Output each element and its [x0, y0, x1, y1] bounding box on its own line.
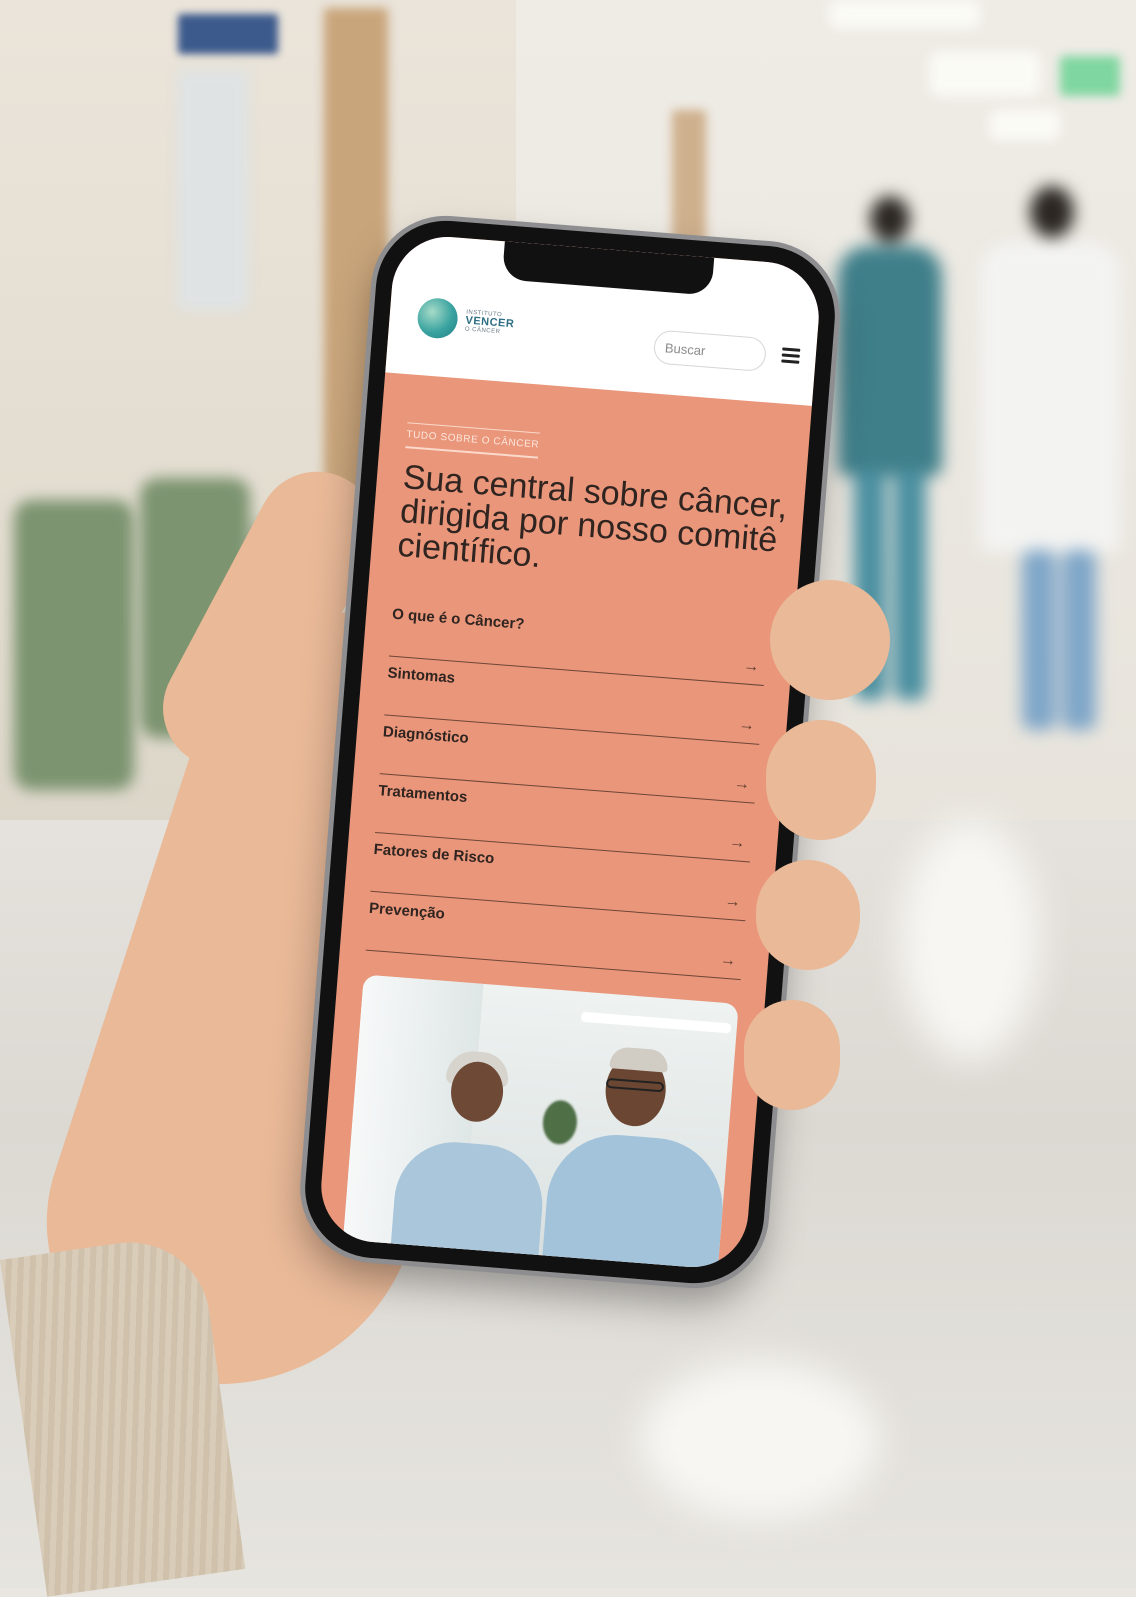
logo-globe-icon [416, 296, 460, 340]
ceiling-light [990, 110, 1060, 140]
nav-item-label: O que é o Câncer? [391, 605, 526, 634]
nav-item-label: Fatores de Risco [373, 840, 495, 868]
section-eyebrow: TUDO SOBRE O CÂNCER [405, 422, 541, 459]
arrow-right-icon: → [719, 951, 737, 970]
logo-wordmark: INSTITUTO VENCER O CÂNCER [465, 309, 515, 336]
hand-finger [744, 1000, 840, 1110]
photo-plant [541, 1099, 579, 1146]
patients-photo [338, 974, 739, 1272]
photo-ceiling-light [580, 1011, 732, 1034]
arrow-right-icon: → [733, 774, 751, 794]
wall-sign [178, 14, 278, 54]
hand-finger [766, 720, 876, 840]
floor-reflection [900, 820, 1040, 1060]
hand-finger [756, 860, 860, 970]
site-logo[interactable]: INSTITUTO VENCER O CÂNCER [416, 296, 516, 344]
arrow-right-icon: → [728, 833, 747, 853]
page-headline: Sua central sobre câncer, dirigida por n… [396, 458, 789, 576]
nav-item-label: Diagnóstico [382, 723, 470, 747]
search-input[interactable] [652, 329, 768, 373]
ceiling-light [830, 0, 980, 28]
ceiling-light [930, 52, 1040, 96]
arrow-right-icon: → [724, 892, 742, 911]
photo-man-hair [609, 1046, 669, 1073]
smartphone: INSTITUTO VENCER O CÂNCER TUDO SOBRE O C… [299, 215, 841, 1289]
arrow-right-icon: → [742, 657, 760, 676]
phone-screen: INSTITUTO VENCER O CÂNCER TUDO SOBRE O C… [317, 232, 823, 1272]
main-content: TUDO SOBRE O CÂNCER Sua central sobre câ… [317, 372, 812, 1272]
blurred-doctor [960, 180, 1130, 740]
hand-finger [770, 580, 890, 700]
nav-item-label: Prevenção [368, 899, 446, 923]
topic-nav-list: O que é o Câncer? → Sintomas → Diagnósti… [365, 597, 769, 981]
nav-item-label: Tratamentos [377, 782, 468, 807]
wall-poster [178, 70, 248, 310]
photo-man-body [537, 1129, 728, 1272]
waiting-chair [14, 500, 134, 790]
arrow-right-icon: → [737, 716, 756, 735]
hamburger-menu-icon[interactable] [781, 347, 801, 364]
nav-item-label: Sintomas [386, 664, 456, 687]
exit-sign [1060, 56, 1120, 96]
floor-reflection [640, 1360, 880, 1520]
